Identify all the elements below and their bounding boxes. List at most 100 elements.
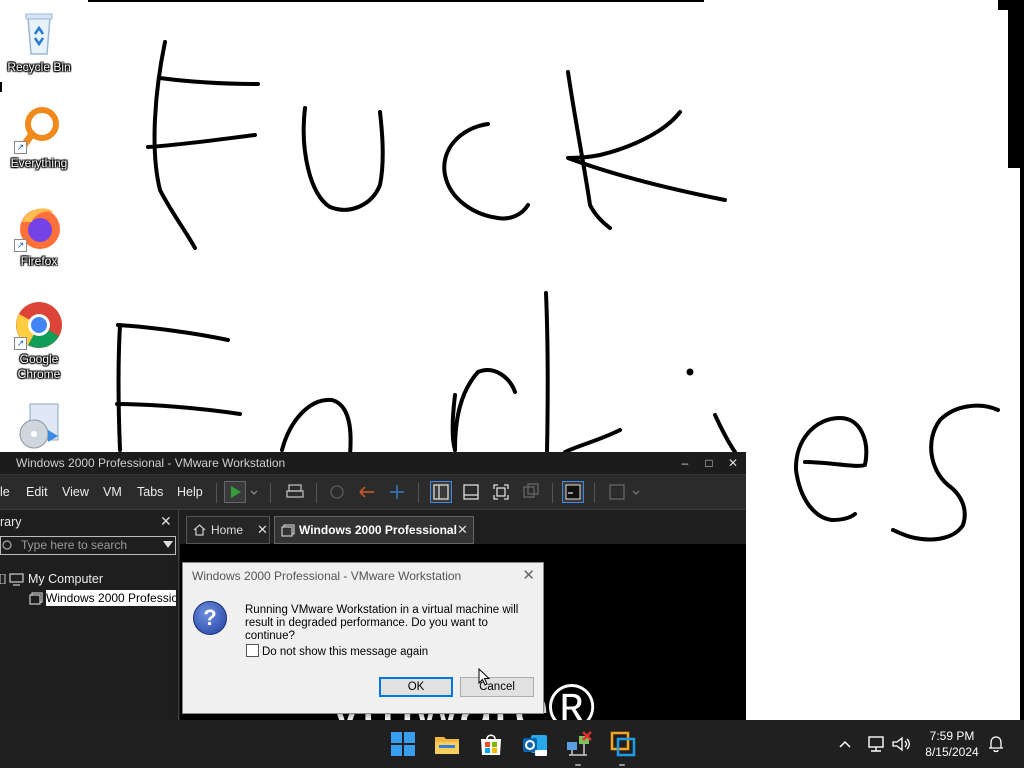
microsoft-store-icon[interactable] [477,730,505,758]
toolbar-separator [552,483,553,503]
tab-label: Windows 2000 Professional [299,523,457,537]
desktop-icon-installer[interactable] [4,400,74,450]
desktop-icon-label: Recycle Bin [7,60,71,74]
toolbar-separator [216,483,217,503]
search-icon [2,540,12,550]
cancel-button[interactable]: Cancel [460,677,534,697]
recycle-bin-icon [25,13,53,55]
menu-help[interactable]: Help [177,485,203,499]
network-tool-taskbar-item[interactable] [565,728,595,768]
tree-expander-icon[interactable] [0,574,6,584]
dialog-title: Windows 2000 Professional - VMware Works… [192,569,462,583]
vmware-workstation-icon [610,731,636,757]
shortcut-arrow-icon: ↗ [14,239,27,252]
snapshot-manager-icon[interactable] [386,481,408,503]
system-clock[interactable]: 7:59 PM 8/15/2024 [920,728,984,760]
menu-file[interactable]: le [0,485,10,499]
question-icon: ? [193,601,227,635]
desktop-icon-recycle-bin[interactable]: Recycle Bin [4,8,74,75]
network-tool-icon [567,731,592,756]
toolbar-separator [594,483,595,503]
toolbar-separator [316,483,317,503]
dialog-message: Running VMware Workstation in a virtual … [245,604,519,642]
menu-view[interactable]: View [62,485,89,499]
tab-close-icon[interactable]: ✕ [257,517,268,543]
volume-icon[interactable] [891,735,911,753]
left-black-mark [0,82,2,92]
window-title: Windows 2000 Professional - VMware Works… [16,456,286,470]
unity-icon[interactable] [520,481,542,503]
right-black-bar-top [998,0,1024,10]
show-library-icon[interactable] [430,481,452,503]
installer-disc-icon [19,403,59,449]
desktop-icon-label: Everything [10,156,68,170]
dont-show-again-checkbox[interactable]: Do not show this message again [246,644,428,658]
full-screen-icon[interactable] [490,481,512,503]
revert-snapshot-icon[interactable] [356,481,378,503]
thumbnail-bar-icon[interactable] [460,481,482,503]
chevron-down-icon[interactable] [163,541,173,549]
toolbar-separator [270,483,271,503]
running-indicator [619,764,625,766]
computer-icon [9,573,24,586]
library-title: rary [0,515,22,529]
maximize-button[interactable]: □ [698,454,720,472]
library-search-input[interactable]: Type here to search [0,536,176,555]
file-explorer-icon[interactable] [433,730,461,758]
tree-item-my-computer[interactable]: My Computer [28,572,103,586]
desktop-icon-firefox[interactable]: ↗ Firefox [4,202,74,269]
home-icon [193,524,206,536]
confirm-dialog: Windows 2000 Professional - VMware Works… [182,562,544,714]
chevron-down-icon[interactable] [248,481,260,503]
right-black-bar-lower [1020,168,1024,720]
menu-vm[interactable]: VM [103,485,122,499]
desktop-icon-label: Firefox [20,254,58,268]
tab-label: Home [211,523,244,537]
search-placeholder: Type here to search [21,538,128,552]
tree-item-windows-2000-vm[interactable]: Windows 2000 Professio [46,590,176,606]
dialog-close-icon[interactable]: ✕ [522,566,535,584]
notification-bell-icon[interactable] [988,735,1004,753]
desktop-icon-label: Google Chrome [17,352,61,381]
tab-bar: Home ✕ Windows 2000 Professional ✕ [180,510,746,544]
console-view-icon[interactable] [562,481,584,503]
vmware-taskbar-item[interactable] [609,728,639,768]
tab-windows-2000[interactable]: Windows 2000 Professional ✕ [274,516,474,544]
ok-button[interactable]: OK [379,677,453,697]
chevron-down-icon[interactable] [630,481,642,503]
shortcut-arrow-icon: ↗ [14,141,27,154]
snapshot-icon[interactable] [326,481,348,503]
minimize-button[interactable]: – [674,454,696,472]
menu-bar: le Edit View VM Tabs Help [0,475,746,510]
vm-icon [281,524,295,537]
toolbar-separator [418,483,419,503]
send-keys-icon[interactable] [284,481,306,503]
clock-time: 7:59 PM [929,729,975,743]
running-indicator [575,764,581,766]
library-close-icon[interactable]: ✕ [160,513,172,530]
close-button[interactable]: ✕ [722,454,744,472]
mouse-cursor-icon [478,668,490,686]
tab-home[interactable]: Home ✕ [186,516,270,544]
desktop-icon-everything[interactable]: ↗ Everything [4,104,74,171]
top-black-bar [88,0,704,2]
outlook-new-icon[interactable] [521,730,549,758]
menu-tabs[interactable]: Tabs [137,485,163,499]
right-black-bar [1008,10,1024,168]
vm-icon [29,592,43,605]
stretch-guest-icon[interactable] [606,481,628,503]
windows-start-icon[interactable] [389,730,417,758]
library-panel: rary ✕ Type here to search My Computer W… [0,510,179,720]
shortcut-arrow-icon: ↗ [14,337,27,350]
network-icon[interactable] [866,735,886,753]
chevron-up-icon[interactable] [838,737,852,751]
clock-date: 8/15/2024 [925,745,979,759]
tab-close-icon[interactable]: ✕ [457,517,468,543]
desktop-icon-google-chrome[interactable]: ↗ Google Chrome [4,300,74,382]
taskbar: 7:59 PM 8/15/2024 [0,720,1024,768]
window-titlebar[interactable]: Windows 2000 Professional - VMware Works… [0,452,746,475]
power-on-icon[interactable] [224,481,246,503]
menu-edit[interactable]: Edit [26,485,48,499]
checkbox-label: Do not show this message again [262,646,429,658]
checkbox-box[interactable] [246,644,259,657]
